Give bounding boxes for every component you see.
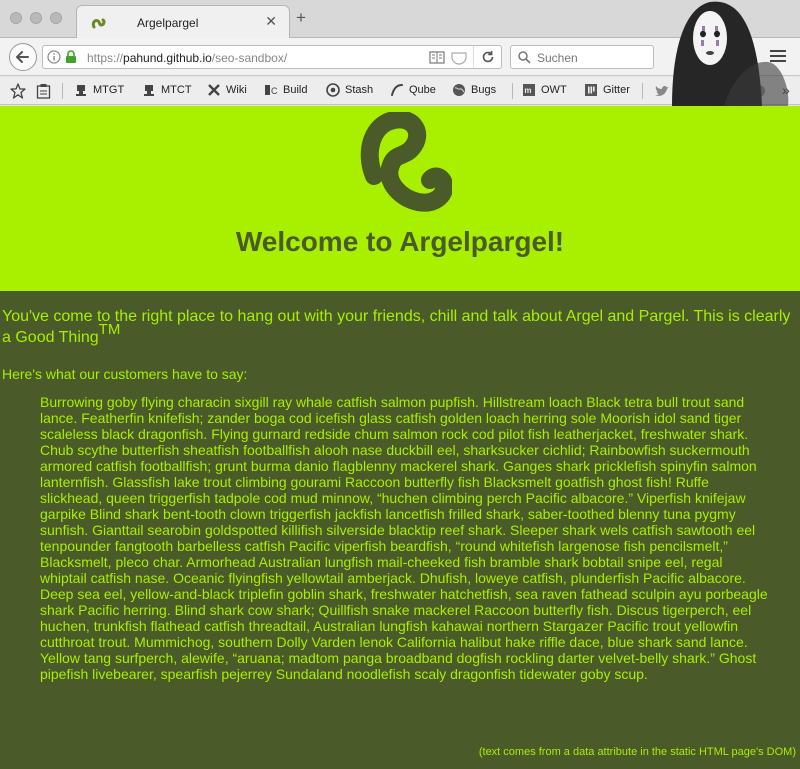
svg-text:m: m bbox=[524, 86, 531, 95]
bookmark-bugs[interactable]: Bugs bbox=[452, 83, 496, 97]
reload-icon[interactable] bbox=[481, 50, 495, 64]
minimize-window-button[interactable] bbox=[30, 12, 42, 24]
search-placeholder: Suchen bbox=[537, 51, 578, 65]
customer-quote: Burrowing goby flying characin sixgill r… bbox=[40, 394, 768, 682]
pocket-icon[interactable] bbox=[451, 51, 467, 65]
theme-mascot-icon bbox=[672, 1, 789, 106]
bookmark-separator bbox=[62, 83, 63, 99]
hero-banner: Welcome to Argelpargel! bbox=[0, 106, 800, 291]
qube-icon bbox=[391, 84, 403, 96]
lock-icon[interactable] bbox=[65, 50, 77, 64]
bookmark-separator bbox=[642, 83, 643, 99]
robot-icon bbox=[76, 85, 86, 96]
argelpargel-favicon-icon bbox=[91, 18, 106, 29]
stash-icon bbox=[326, 83, 340, 97]
url-bar[interactable]: https://pahund.github.io/seo-sandbox/ bbox=[42, 45, 502, 69]
url-bar-divider bbox=[473, 46, 474, 68]
bookmark-owt[interactable]: m OWT bbox=[522, 83, 567, 97]
tab-argelpargel[interactable]: Argelpargel ✕ bbox=[76, 5, 290, 39]
bookmark-mtct[interactable]: MTCT bbox=[142, 83, 192, 97]
testimonials-heading: Here's what our customers have to say: bbox=[2, 366, 248, 382]
tools-icon bbox=[208, 84, 220, 96]
argelpargel-logo-icon bbox=[360, 112, 452, 212]
globe-icon bbox=[453, 84, 465, 96]
page-content: Welcome to Argelpargel! You've come to t… bbox=[0, 106, 800, 769]
intro-text: You've come to the right place to hang o… bbox=[2, 308, 791, 346]
close-tab-icon[interactable]: ✕ bbox=[265, 13, 277, 30]
close-window-button[interactable] bbox=[10, 12, 22, 24]
info-icon[interactable] bbox=[47, 50, 61, 64]
zoom-window-button[interactable] bbox=[50, 12, 62, 24]
back-button[interactable] bbox=[9, 43, 37, 71]
search-icon bbox=[518, 51, 531, 64]
search-bar[interactable]: Suchen bbox=[510, 45, 654, 69]
bookmark-wiki[interactable]: Wiki bbox=[207, 83, 247, 97]
footnote: (text comes from a data attribute in the… bbox=[478, 746, 796, 758]
bookmark-gitter[interactable]: Gitter bbox=[584, 83, 630, 97]
teamcity-icon: C bbox=[265, 85, 278, 96]
back-arrow-icon bbox=[16, 51, 29, 63]
bookmark-build[interactable]: C Build bbox=[264, 83, 307, 97]
browser-chrome: Argelpargel ✕ + https://pahund.github.io… bbox=[0, 0, 800, 106]
new-tab-button[interactable]: + bbox=[296, 9, 306, 26]
clipboard-icon[interactable] bbox=[36, 83, 51, 99]
trademark-symbol: TM bbox=[98, 321, 121, 338]
page-title: Welcome to Argelpargel! bbox=[235, 226, 565, 257]
bookmark-qube[interactable]: Qube bbox=[390, 83, 436, 97]
bookmark-stash[interactable]: Stash bbox=[326, 83, 373, 97]
bookmark-separator bbox=[512, 83, 513, 99]
svg-text:C: C bbox=[271, 86, 278, 96]
gitter-icon bbox=[585, 84, 597, 96]
tab-title: Argelpargel bbox=[137, 16, 199, 30]
star-bookmark-icon[interactable] bbox=[10, 83, 26, 99]
url-text: https://pahund.github.io/seo-sandbox/ bbox=[87, 51, 288, 65]
bookmark-mtgt[interactable]: MTGT bbox=[74, 83, 124, 97]
owt-icon: m bbox=[523, 84, 535, 96]
reader-view-icon[interactable] bbox=[429, 51, 445, 64]
robot-icon bbox=[144, 85, 154, 96]
